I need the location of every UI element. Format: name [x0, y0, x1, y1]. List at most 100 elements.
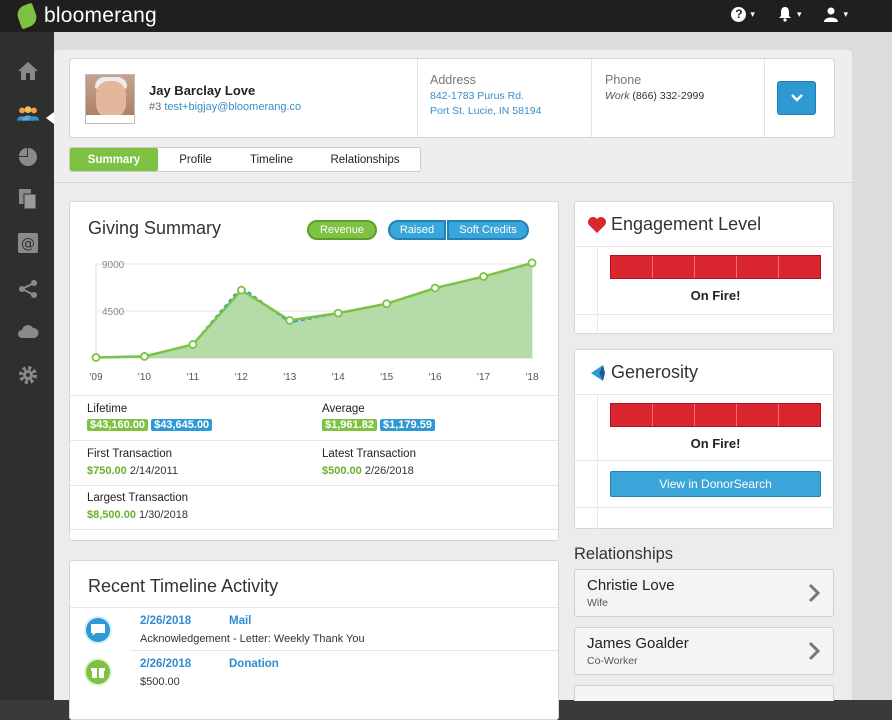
constituent-id: #3 — [149, 101, 162, 113]
heart-icon — [588, 217, 606, 233]
average-raised: $1,179.59 — [380, 419, 435, 431]
x-tick-label: '10 — [138, 372, 151, 383]
relationships-title: Relationships — [574, 545, 674, 563]
constituents-icon[interactable] — [17, 102, 39, 124]
lifetime-raised: $43,645.00 — [151, 419, 213, 431]
relationship-name: Christie Love — [587, 577, 675, 594]
summary-content: Giving Summary Revenue Raised Soft Credi… — [54, 182, 852, 720]
relationship-card[interactable]: Christie Love Wife — [574, 569, 834, 617]
x-tick-label: '14 — [332, 372, 345, 383]
data-point — [188, 340, 198, 349]
tab-profile[interactable]: Profile — [158, 148, 233, 171]
gift-icon — [84, 658, 112, 686]
tab-summary[interactable]: Summary — [70, 148, 158, 171]
data-point — [91, 353, 101, 362]
app-logo[interactable]: bloomerang — [14, 2, 157, 30]
data-point — [285, 316, 295, 325]
email-icon[interactable]: @ — [17, 232, 39, 254]
timeline-item-date[interactable]: 2/26/2018 — [140, 658, 191, 670]
timeline-item-type[interactable]: Donation — [229, 658, 279, 670]
engagement-meter — [610, 255, 821, 279]
average-values: $1,961.82 $1,179.59 — [322, 419, 435, 431]
timeline-item-type[interactable]: Mail — [229, 615, 251, 627]
average-revenue: $1,961.82 — [322, 419, 377, 431]
constituent-name: Jay Barclay Love — [149, 83, 256, 98]
first-transaction-amount: $750.00 — [87, 465, 127, 477]
user-menu[interactable]: ▾ — [823, 6, 848, 22]
chevron-right-icon — [808, 583, 821, 603]
giving-summary-card: Giving Summary Revenue Raised Soft Credi… — [69, 201, 559, 541]
address-line1: 842-1783 Purus Rd. — [430, 90, 524, 102]
address-link[interactable]: 842-1783 Purus Rd. Port St. Lucie, IN 58… — [430, 89, 541, 119]
tab-relationships[interactable]: Relationships — [310, 148, 420, 171]
generosity-card: Generosity On Fire! View in DonorSearch — [574, 349, 834, 529]
lifetime-values: $43,160.00 $43,645.00 — [87, 419, 213, 431]
first-transaction-value: $750.00 2/14/2011 — [87, 465, 178, 477]
bell-icon — [778, 7, 791, 22]
documents-icon[interactable] — [17, 188, 39, 210]
phone-number: (866) 332-2999 — [632, 90, 705, 102]
home-icon[interactable] — [17, 60, 39, 82]
leaf-logo-icon — [14, 2, 40, 30]
revenue-toggle[interactable]: Revenue — [307, 220, 377, 240]
relationship-role: Co-Worker — [587, 655, 638, 667]
latest-transaction-value: $500.00 2/26/2018 — [322, 465, 414, 477]
latest-transaction-date: 2/26/2018 — [364, 465, 414, 477]
phone-label: Phone — [605, 73, 642, 87]
phone-value: Work (866) 332-2999 — [605, 90, 704, 102]
constituent-page: Jay Barclay Love #3 test+bigjay@bloomera… — [54, 50, 852, 720]
profile-header: Jay Barclay Love #3 test+bigjay@bloomera… — [69, 58, 835, 138]
tab-timeline[interactable]: Timeline — [233, 148, 310, 171]
chevron-right-icon — [808, 641, 821, 661]
first-transaction-date: 2/14/2011 — [129, 465, 178, 477]
notifications-menu[interactable]: ▾ — [777, 6, 801, 22]
active-nav-pointer — [46, 112, 54, 124]
engagement-card: Engagement Level On Fire! — [574, 201, 834, 334]
lifetime-revenue: $43,160.00 — [87, 419, 149, 431]
view-in-donorsearch-button[interactable]: View in DonorSearch — [610, 471, 821, 497]
timeline-item-desc: $500.00 — [140, 676, 180, 688]
first-transaction-label: First Transaction — [87, 448, 172, 460]
timeline-item-date[interactable]: 2/26/2018 — [140, 615, 191, 627]
timeline-card: Recent Timeline Activity 2/26/2018 Mail … — [69, 560, 559, 720]
help-menu[interactable]: ? ▾ — [731, 6, 755, 22]
data-point — [382, 299, 392, 309]
app-name: bloomerang — [44, 4, 157, 27]
main-area: Jay Barclay Love #3 test+bigjay@bloomera… — [54, 32, 892, 720]
address-label: Address — [430, 73, 476, 87]
raised-toggle[interactable]: Raised — [388, 220, 446, 240]
generosity-meter — [610, 403, 821, 427]
x-tick-label: '11 — [187, 372, 200, 383]
mail-bubble-icon — [84, 616, 112, 644]
settings-icon[interactable] — [17, 364, 39, 386]
lifetime-label: Lifetime — [87, 403, 128, 415]
largest-transaction-label: Largest Transaction — [87, 492, 189, 504]
x-tick-label: '18 — [525, 372, 538, 383]
relationship-role: Wife — [587, 597, 608, 609]
timeline-title: Recent Timeline Activity — [88, 576, 279, 596]
timeline-item-desc: Acknowledgement - Letter: Weekly Thank Y… — [140, 633, 365, 645]
relationship-card[interactable] — [574, 685, 834, 701]
latest-transaction-label: Latest Transaction — [322, 448, 416, 460]
giving-chart: 9000 4500 '09 '10 '11 '12 '13 '14 '15 '16 '17 '18 — [89, 258, 539, 383]
cloud-icon[interactable] — [17, 320, 39, 342]
constituent-email-link[interactable]: test+bigjay@bloomerang.co — [164, 101, 301, 113]
reports-icon[interactable] — [17, 146, 39, 168]
relationship-card[interactable]: James Goalder Co-Worker — [574, 627, 834, 675]
largest-transaction-value: $8,500.00 1/30/2018 — [87, 509, 188, 521]
actions-dropdown-button[interactable] — [777, 81, 816, 115]
chevron-down-icon — [790, 94, 803, 102]
avatar — [85, 74, 135, 124]
constituent-id-line: #3 test+bigjay@bloomerang.co — [149, 101, 301, 113]
latest-transaction-amount: $500.00 — [322, 465, 362, 477]
top-bar: bloomerang ? ▾ ▾ ▾ — [0, 0, 892, 32]
question-circle-icon: ? — [731, 6, 747, 22]
soft-credits-toggle[interactable]: Soft Credits — [447, 220, 529, 240]
donorsearch-logo-icon — [591, 365, 605, 381]
share-icon[interactable] — [17, 278, 39, 300]
x-tick-label: '12 — [235, 372, 248, 383]
data-point — [527, 258, 537, 268]
x-tick-label: '17 — [477, 372, 490, 383]
data-point — [430, 283, 440, 293]
data-point — [236, 285, 246, 295]
